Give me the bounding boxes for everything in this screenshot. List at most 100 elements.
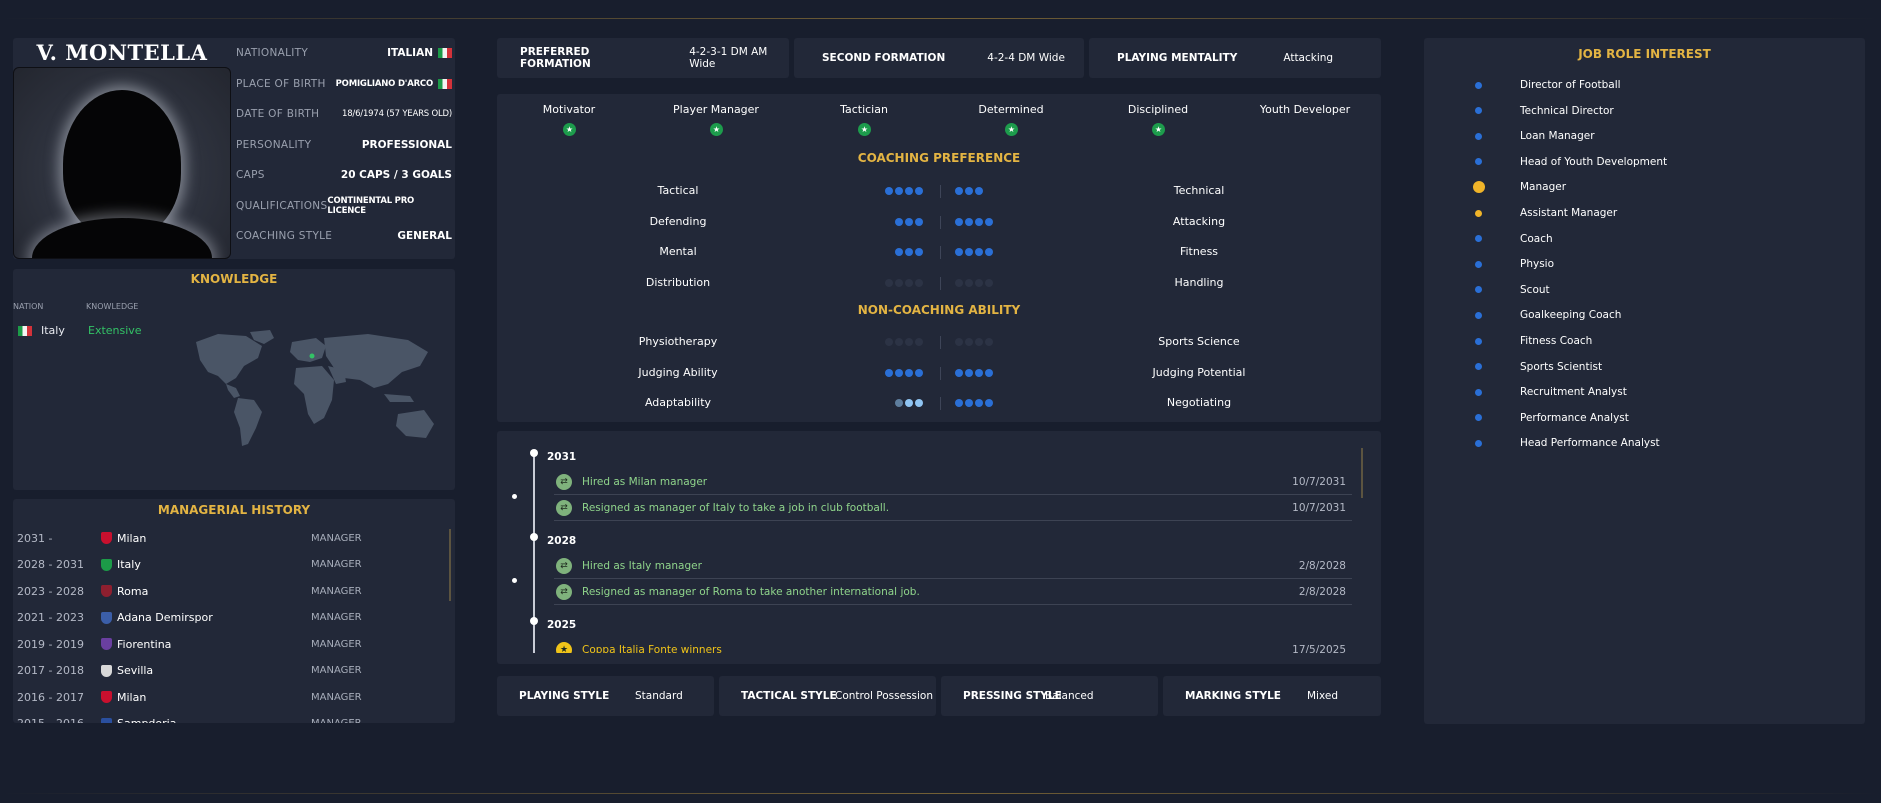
second-formation-box: SECOND FORMATION 4-2-4 DM Wide <box>794 38 1084 78</box>
level-dot <box>965 368 973 377</box>
preferred-formation-value[interactable]: 4-2-3-1 DM AM Wide <box>689 46 789 70</box>
attribute-left-label: Tactical <box>657 184 699 197</box>
history-row[interactable]: 2021 - 2023 Adana Demirspor MANAGER <box>13 605 443 631</box>
trait-label: Determined <box>978 103 1044 116</box>
timeline-event-text: Resigned as manager of Italy to take a j… <box>582 501 890 514</box>
map-europe <box>290 338 326 362</box>
history-club[interactable]: Sampdoria <box>101 717 176 723</box>
manager-move-icon: ⇄ <box>556 557 572 574</box>
club-crest-icon <box>101 532 112 544</box>
history-scrollbar[interactable] <box>449 529 451 601</box>
history-years: 2019 - 2019 <box>17 637 84 651</box>
marking-style-value: Mixed <box>1307 690 1338 702</box>
history-row[interactable]: 2028 - 2031 Italy MANAGER <box>13 552 443 578</box>
history-club-name: Milan <box>117 531 147 545</box>
history-row[interactable]: 2016 - 2017 Milan MANAGER <box>13 684 443 710</box>
job-role-panel <box>1424 38 1865 724</box>
timeline-viewport[interactable]: 2031 ⇄ Hired as Milan manager 10/7/2031 ⇄ Res… <box>497 431 1381 653</box>
italy-flag-icon <box>438 48 452 59</box>
timeline-event[interactable]: ⇄ Hired as Italy manager 2/8/2028 <box>554 553 1352 579</box>
level-dot <box>885 278 893 287</box>
knowledge-nation[interactable]: Italy <box>18 324 65 337</box>
timeline-event[interactable]: ⇄ Resigned as manager of Italy to take a … <box>554 495 1352 521</box>
timeline-event-text: Coppa Italia Fonte winners <box>582 643 722 654</box>
timeline-node <box>530 617 538 625</box>
timeline-event[interactable]: ⇄ Hired as Milan manager 10/7/2031 <box>554 469 1352 495</box>
history-club[interactable]: Sevilla <box>101 664 153 677</box>
qualifications-label: QUALIFICATIONS <box>236 199 328 212</box>
history-club[interactable]: Adana Demirspor <box>101 611 213 624</box>
timeline-year: 2025 <box>547 619 577 631</box>
level-dot <box>905 187 913 195</box>
level-dot <box>955 248 963 256</box>
timeline-event-text: Resigned as manager of Roma to take anot… <box>582 585 920 598</box>
nationality-value[interactable]: ITALIAN <box>387 47 452 59</box>
map-africa <box>294 366 334 424</box>
knowledge-level: Extensive <box>88 324 142 337</box>
timeline-event[interactable]: ⇄ Resigned as manager of Roma to take ano… <box>554 579 1352 605</box>
attribute-right-label: Judging Potential <box>1152 365 1246 379</box>
job-role-name: Coach <box>1520 232 1553 245</box>
level-meter <box>955 278 993 287</box>
interest-dot-icon <box>1475 311 1482 319</box>
coaching-style-row: COACHING STYLE GENERAL <box>236 221 452 252</box>
history-row[interactable]: 2017 - 2018 Sevilla MANAGER <box>13 658 443 684</box>
timeline-event[interactable]: ★ Coppa Italia Fonte winners 17/5/2025 <box>554 637 1352 653</box>
level-dot <box>915 278 923 287</box>
history-row[interactable]: 2031 - Milan MANAGER <box>13 525 443 551</box>
second-formation-label: SECOND FORMATION <box>822 52 946 64</box>
pressing-style-value: Balanced <box>1045 690 1094 702</box>
history-club[interactable]: Milan <box>101 532 146 545</box>
history-club[interactable]: Milan <box>101 691 146 704</box>
level-dot <box>965 217 973 226</box>
history-years: 2021 - 2023 <box>17 611 84 624</box>
attribute-right-label: Handling <box>1174 275 1224 289</box>
history-club[interactable]: Fiorentina <box>101 638 171 651</box>
history-club-name: Milan <box>117 690 147 704</box>
job-role-name: Fitness Coach <box>1520 335 1593 347</box>
timeline-event-date: 10/7/2031 <box>1292 475 1346 488</box>
attribute-left-label: Adaptability <box>644 396 712 409</box>
history-row[interactable]: 2015 - 2016 Sampdoria MANAGER <box>13 711 443 723</box>
level-dot <box>895 217 903 226</box>
timeline-year: 2031 <box>547 451 577 463</box>
job-role-name: Goalkeeping Coach <box>1520 309 1622 322</box>
world-map[interactable] <box>178 328 450 456</box>
map-south-america <box>234 398 262 446</box>
level-dot <box>915 368 923 377</box>
timeline-event-date: 10/7/2031 <box>1292 501 1346 514</box>
history-row[interactable]: 2023 - 2028 Roma MANAGER <box>13 578 443 604</box>
birthplace-value[interactable]: POMIGLIANO D'ARCO <box>336 78 452 89</box>
history-club-name: Fiorentina <box>117 637 172 651</box>
level-dot <box>885 187 893 195</box>
history-club[interactable]: Italy <box>101 558 141 571</box>
level-meter <box>955 187 993 195</box>
timeline-scrollbar[interactable] <box>1361 448 1363 498</box>
meter-divider <box>940 397 941 410</box>
history-club-name: Sampdoria <box>117 717 176 723</box>
preferred-formation-label: PREFERRED FORMATION <box>520 46 591 70</box>
history-role: MANAGER <box>311 612 362 623</box>
manager-move-icon: ⇄ <box>556 499 572 516</box>
history-role: MANAGER <box>311 585 362 597</box>
job-role-name: Physio <box>1520 258 1555 271</box>
history-row[interactable]: 2019 - 2019 Fiorentina MANAGER <box>13 631 443 657</box>
italy-flag-icon <box>438 78 452 89</box>
level-dot <box>985 399 993 407</box>
history-role: MANAGER <box>311 718 362 723</box>
level-dot <box>915 248 923 256</box>
job-role-name: Technical Director <box>1520 104 1614 117</box>
history-club[interactable]: Roma <box>101 585 148 598</box>
trait-label: Player Manager <box>673 103 759 116</box>
level-meter <box>885 187 923 195</box>
history-club-name: Adana Demirspor <box>117 611 213 624</box>
trait-star-icon: ★ <box>1005 123 1018 136</box>
second-formation-value[interactable]: 4-2-4 DM Wide <box>987 52 1065 64</box>
club-crest-icon <box>101 664 112 677</box>
marking-style-label: MARKING STYLE <box>1185 690 1281 702</box>
level-dot <box>915 338 923 346</box>
history-years: 2017 - 2018 <box>17 664 84 677</box>
job-role-name: Head of Youth Development <box>1520 155 1668 168</box>
trait-star-icon: ★ <box>710 123 723 136</box>
level-dot <box>985 248 993 256</box>
